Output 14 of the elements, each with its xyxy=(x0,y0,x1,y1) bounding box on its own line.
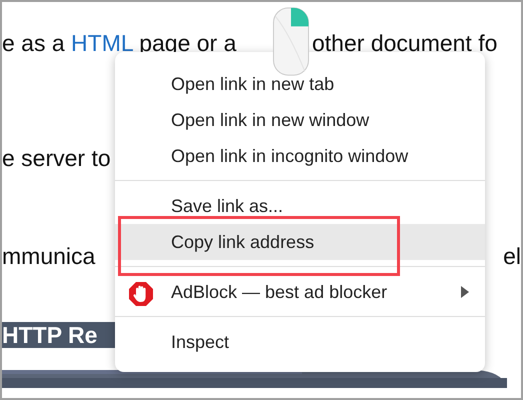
menu-item[interactable]: Copy link address xyxy=(115,224,485,260)
stop-hand-icon xyxy=(128,280,154,306)
paragraph-text: e as a xyxy=(2,30,66,56)
menu-item[interactable]: AdBlock — best ad blocker xyxy=(115,274,485,310)
menu-item[interactable]: Open link in incognito window xyxy=(115,138,485,174)
menu-item[interactable]: Open link in new window xyxy=(115,102,485,138)
link[interactable]: HTML xyxy=(71,30,133,56)
menu-item[interactable]: Save link as... xyxy=(115,188,485,224)
paragraph-text: other document fo xyxy=(312,29,498,57)
submenu-arrow-icon xyxy=(461,286,469,298)
menu-item[interactable]: Open link in new tab xyxy=(115,66,485,102)
paragraph-text: el xyxy=(503,242,521,270)
paragraph-text: e server to xyxy=(2,144,111,172)
paragraph-text: mmunica xyxy=(2,242,96,270)
